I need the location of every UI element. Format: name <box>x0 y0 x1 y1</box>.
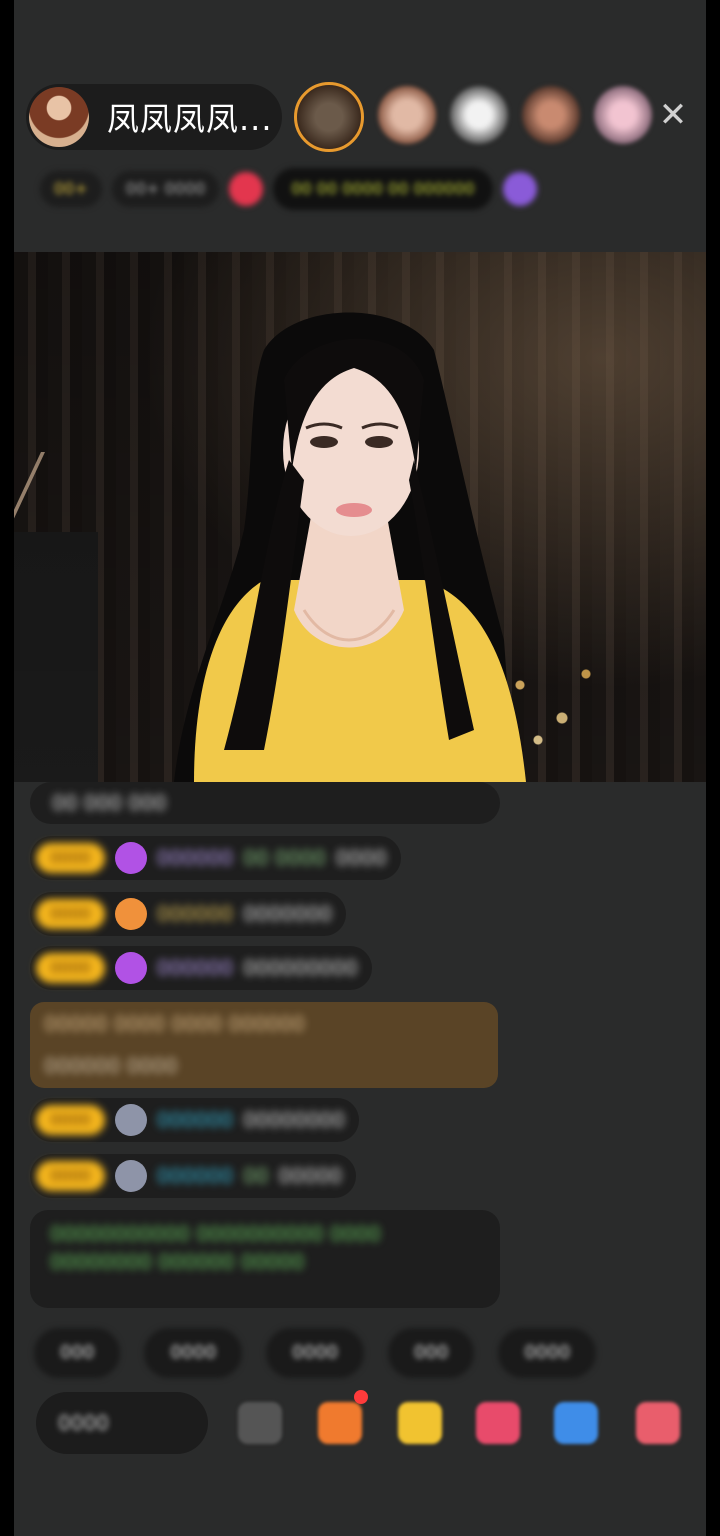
treasure-icon[interactable] <box>398 1402 442 1444</box>
gift-icon[interactable] <box>318 1402 362 1444</box>
viewer-avatar[interactable] <box>450 86 508 144</box>
activity-icon[interactable] <box>502 172 537 206</box>
viewer-avatar[interactable] <box>378 86 436 144</box>
host-info-pill[interactable]: 凤凤凤凤... <box>26 84 282 150</box>
live-video[interactable] <box>14 252 706 782</box>
quick-reply-button[interactable]: 0000 <box>266 1328 364 1378</box>
live-room: 凤凤凤凤... ✕ 00+ 00+ 0000 00 00 0000 00 000… <box>14 0 706 1536</box>
heart-icon[interactable] <box>476 1402 520 1444</box>
host-name: 凤凤凤凤... <box>107 100 273 138</box>
bottom-toolbar: 0000 <box>36 1390 706 1458</box>
more-icon[interactable] <box>238 1402 282 1444</box>
fan-badge[interactable]: 0000 <box>36 1161 105 1191</box>
notification-dot <box>354 1390 368 1404</box>
activity-banner[interactable]: 00 00 0000 00 000000 <box>273 168 493 210</box>
viewer-avatar[interactable] <box>594 86 652 144</box>
comment-placeholder: 0000 <box>58 1411 109 1435</box>
fan-badge[interactable]: 0000 <box>36 899 105 929</box>
chat-message[interactable]: 0000 000000 000000000 <box>30 946 372 990</box>
chat-line: 00 000 000 <box>30 782 500 824</box>
chat-username[interactable]: 000000 <box>157 1164 233 1188</box>
orange-gem-icon <box>114 898 147 930</box>
chat-username[interactable]: 000000 <box>157 956 233 980</box>
comment-input[interactable]: 0000 <box>36 1392 208 1454</box>
chat-level: 00 0000 <box>243 846 326 870</box>
streamer-figure <box>174 312 526 782</box>
viewer-avatar[interactable] <box>294 82 364 152</box>
chat-message[interactable]: 0000 000000 0000000 <box>30 892 347 936</box>
popularity-badge[interactable]: 00+ 0000 <box>111 171 220 207</box>
chat-username[interactable]: 000000 <box>157 846 233 870</box>
close-icon[interactable]: ✕ <box>654 96 692 134</box>
chat-text: 0000 <box>335 846 387 870</box>
game-icon[interactable] <box>554 1402 598 1444</box>
viewer-avatar[interactable] <box>522 86 580 144</box>
quick-reply-button[interactable]: 0000 <box>144 1328 243 1378</box>
quick-reply-button[interactable]: 000 <box>34 1328 121 1378</box>
chat-text: 00000000 <box>243 1108 345 1132</box>
purple-gem-icon <box>114 952 147 984</box>
highlight-message[interactable]: 00000 0000 0000 000000 000000 0000 <box>30 1002 498 1088</box>
chat-level: 00 <box>243 1164 269 1188</box>
chat-text: 000000000 <box>243 956 358 980</box>
fan-badge[interactable]: 0000 <box>36 953 105 983</box>
purple-gem-icon <box>114 842 147 874</box>
host-avatar[interactable] <box>29 87 89 147</box>
viewer-avatars <box>294 82 652 152</box>
fan-badge[interactable]: 0000 <box>36 1105 105 1135</box>
stats-row: 00+ 00+ 0000 00 00 0000 00 000000 <box>40 168 537 210</box>
system-notice: 00000000000 0000000000 0000 00000000 000… <box>30 1210 500 1308</box>
chat-message[interactable]: 0000 000000 00000000 <box>30 1098 359 1142</box>
chat-username[interactable]: 000000 <box>157 902 233 926</box>
rank-badge[interactable]: 00+ <box>40 171 102 207</box>
shop-icon[interactable] <box>636 1402 680 1444</box>
fan-badge[interactable]: 0000 <box>36 843 105 873</box>
highlight-line-1: 00000 0000 0000 000000 <box>44 1012 305 1036</box>
quick-reply-button[interactable]: 000 <box>387 1328 475 1378</box>
highlight-line-2: 000000 0000 <box>44 1054 178 1078</box>
quick-reply-button[interactable]: 0000 <box>498 1328 597 1378</box>
chat-username[interactable]: 000000 <box>157 1108 233 1132</box>
chat-message[interactable]: 0000 000000 00 00000 <box>30 1154 357 1198</box>
grey-gem-icon <box>114 1104 147 1136</box>
chat-text: 00000 <box>278 1164 343 1188</box>
grey-gem-icon <box>114 1160 147 1192</box>
fans-club-icon[interactable] <box>229 172 264 206</box>
quick-reply-row: 000 0000 0000 000 0000 <box>34 1328 597 1378</box>
system-notice-text: 00000000000 0000000000 0000 00000000 000… <box>50 1222 381 1274</box>
chat-message[interactable]: 0000 000000 00 0000 0000 <box>30 836 401 880</box>
chat-text: 0000000 <box>243 902 333 926</box>
